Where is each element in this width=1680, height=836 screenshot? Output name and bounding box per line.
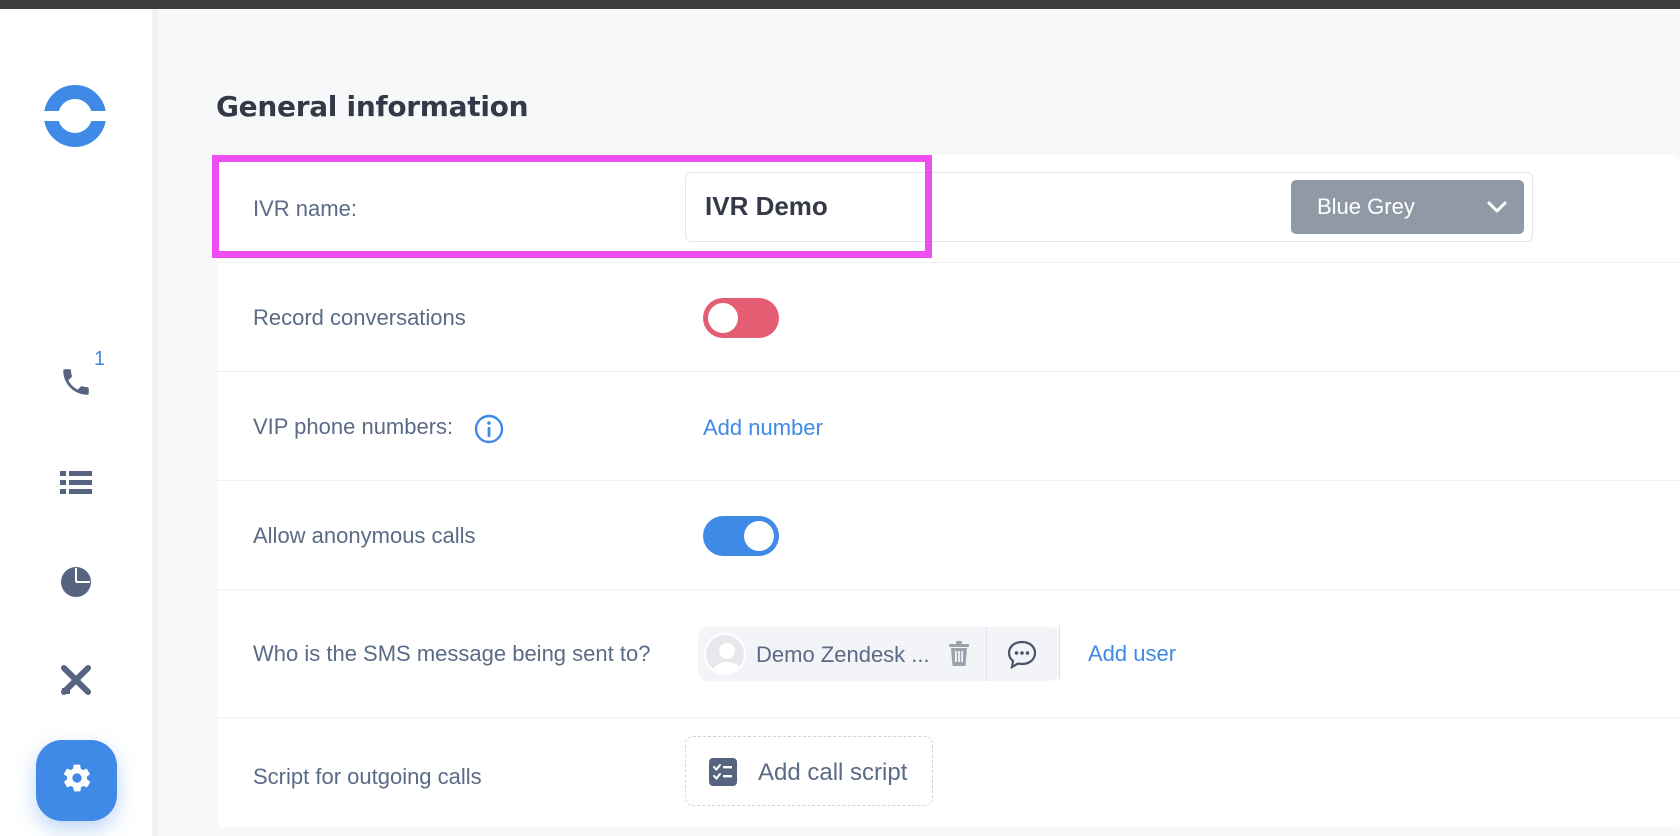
anonymous-calls-toggle[interactable]	[703, 516, 779, 556]
record-conversations-label: Record conversations	[253, 305, 466, 330]
settings-nav-button[interactable]	[36, 740, 117, 821]
user-name: Demo Zendesk ...	[756, 642, 930, 667]
sms-recipients-label: Who is the SMS message being sent to?	[253, 641, 651, 666]
gear-icon	[61, 762, 93, 799]
page-title: General information	[216, 90, 529, 123]
add-call-script-button[interactable]: Add call script	[685, 736, 933, 806]
user-chip: Demo Zendesk ...	[698, 627, 1060, 681]
sms-icon[interactable]	[1006, 639, 1038, 674]
add-user-link[interactable]: Add user	[1088, 641, 1176, 667]
anonymous-calls-label: Allow anonymous calls	[253, 523, 476, 548]
avatar	[704, 633, 746, 675]
list-icon[interactable]	[56, 463, 96, 503]
add-call-script-label: Add call script	[758, 759, 908, 786]
call-count-badge: 1	[94, 348, 106, 370]
color-select-value: Blue Grey	[1317, 194, 1415, 219]
phone-icon[interactable]	[56, 362, 96, 402]
tools-icon[interactable]	[56, 660, 96, 700]
chevron-down-icon	[1486, 196, 1508, 224]
highlight-box	[212, 155, 932, 258]
info-icon[interactable]	[474, 414, 504, 449]
row-record-conversations: Record conversations	[217, 263, 1680, 372]
app-logo[interactable]	[43, 84, 107, 153]
row-anonymous-calls: Allow anonymous calls	[217, 481, 1680, 590]
trash-icon[interactable]	[948, 641, 970, 672]
add-number-link[interactable]: Add number	[703, 415, 823, 441]
row-outgoing-script: Script for outgoing calls	[217, 718, 1680, 827]
outgoing-script-label: Script for outgoing calls	[253, 764, 482, 789]
checklist-icon	[709, 758, 737, 791]
window-top-bar	[0, 0, 1680, 9]
row-vip-numbers: VIP phone numbers:	[217, 372, 1680, 481]
color-select[interactable]: Blue Grey	[1291, 180, 1524, 234]
pie-chart-icon[interactable]	[56, 562, 96, 602]
vip-numbers-label: VIP phone numbers:	[253, 414, 454, 439]
record-conversations-toggle[interactable]	[703, 298, 779, 338]
